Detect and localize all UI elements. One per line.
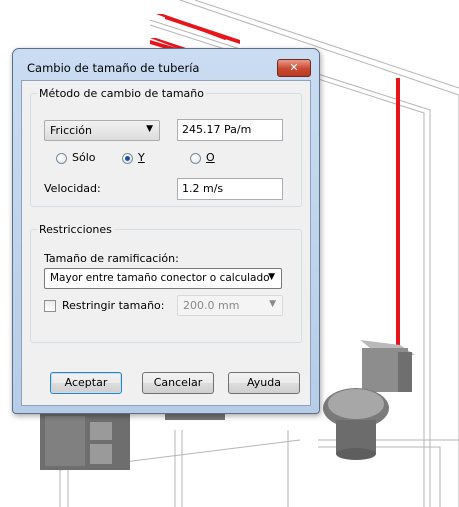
cancel-button[interactable]: Cancelar — [142, 372, 214, 394]
branch-size-label: Tamaño de ramificación: — [44, 252, 179, 265]
dialog-titlebar[interactable]: Cambio de tamaño de tubería ✕ — [13, 49, 319, 77]
close-button[interactable]: ✕ — [277, 59, 311, 77]
restrict-size-value: 200.0 mm — [183, 299, 240, 312]
radio-o[interactable] — [190, 153, 201, 164]
close-icon: ✕ — [289, 61, 299, 74]
method-select[interactable]: Fricción ▼ — [44, 120, 160, 141]
sizing-method-legend: Método de cambio de tamaño — [39, 87, 204, 100]
velocity-value: 1.2 m/s — [182, 182, 224, 195]
dialog-body: Método de cambio de tamaño Fricción ▼ 24… — [21, 80, 311, 406]
branch-size-select[interactable]: Mayor entre tamaño conector o calculado … — [44, 268, 282, 289]
friction-value: 245.17 Pa/m — [182, 123, 252, 136]
pipe-resize-dialog: Cambio de tamaño de tubería ✕ Método de … — [12, 48, 320, 414]
restrict-size-label: Restringir tamaño: — [62, 299, 165, 312]
toilet — [323, 340, 415, 460]
restrict-size-select: 200.0 mm ▼ — [177, 295, 283, 316]
radio-solo-label: Sólo — [72, 151, 96, 164]
velocity-label: Velocidad: — [44, 182, 101, 195]
radio-solo[interactable] — [56, 153, 67, 164]
chevron-down-icon: ▼ — [268, 272, 275, 282]
radio-y-label: Y — [138, 151, 145, 164]
method-select-value: Fricción — [50, 124, 92, 137]
branch-size-value: Mayor entre tamaño conector o calculado — [50, 272, 270, 284]
chevron-down-icon: ▼ — [269, 299, 276, 309]
dialog-title: Cambio de tamaño de tubería — [27, 61, 200, 75]
help-button[interactable]: Ayuda — [228, 372, 300, 394]
restrict-size-checkbox[interactable] — [44, 300, 56, 312]
friction-input[interactable]: 245.17 Pa/m — [177, 119, 283, 141]
chevron-down-icon: ▼ — [146, 124, 153, 134]
velocity-input[interactable]: 1.2 m/s — [177, 178, 283, 200]
radio-y[interactable] — [122, 153, 133, 164]
radio-o-label: O — [206, 151, 215, 164]
accept-button[interactable]: Aceptar — [50, 372, 122, 394]
constraints-legend: Restricciones — [39, 223, 112, 236]
